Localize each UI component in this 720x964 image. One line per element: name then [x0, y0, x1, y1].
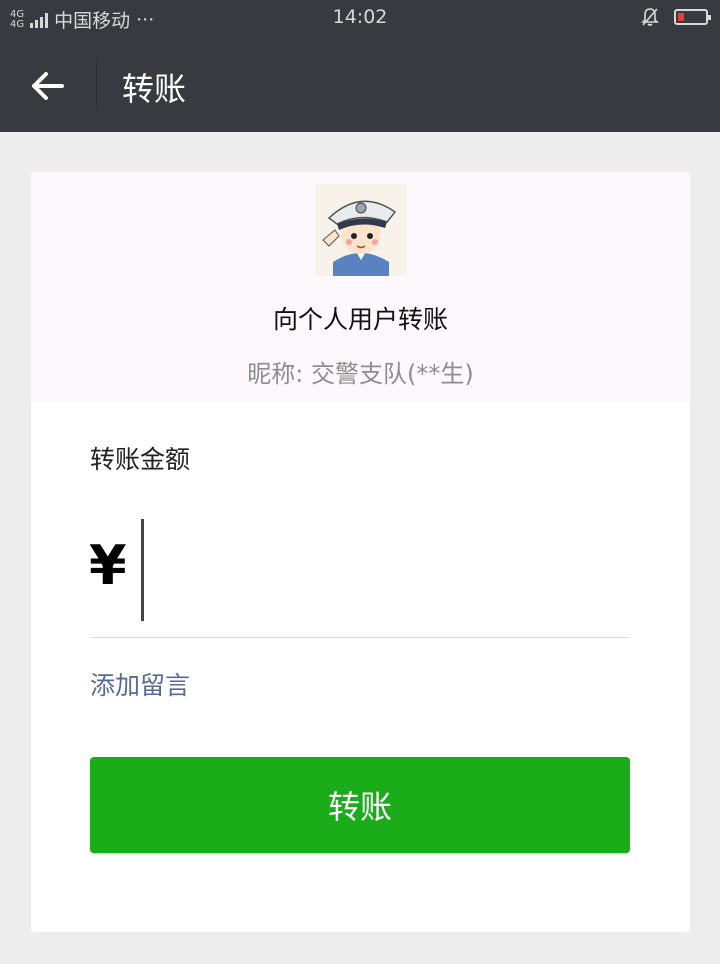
amount-input[interactable] — [139, 518, 633, 624]
page-title: 转账 — [122, 70, 187, 108]
amount-underline — [90, 637, 630, 638]
amount-label: 转账金额 — [90, 445, 191, 474]
status-right — [640, 7, 711, 27]
currency-symbol: ¥ — [89, 534, 127, 597]
nav-divider — [96, 60, 97, 108]
back-button[interactable] — [28, 66, 68, 106]
status-time: 14:02 — [332, 6, 388, 28]
recipient-header: 向个人用户转账 昵称: 交警支队(**生) — [31, 172, 690, 402]
text-cursor — [141, 519, 144, 621]
status-bar: 4G 4G 中国移动 ··· 14:02 — [0, 0, 720, 36]
bell-off-icon — [641, 8, 659, 26]
battery-low-icon — [674, 9, 711, 25]
transfer-button[interactable]: 转账 — [90, 757, 630, 853]
arrow-left-icon — [32, 72, 64, 100]
nav-bar: 转账 — [0, 36, 720, 132]
avatar — [315, 184, 407, 276]
transfer-card: 向个人用户转账 昵称: 交警支队(**生) 转账金额 ¥ 添加留言 转账 — [31, 172, 690, 932]
transfer-title: 向个人用户转账 — [272, 305, 448, 334]
add-note-link[interactable]: 添加留言 — [90, 666, 190, 702]
recipient-nickname: 昵称: 交警支队(**生) — [247, 360, 474, 388]
